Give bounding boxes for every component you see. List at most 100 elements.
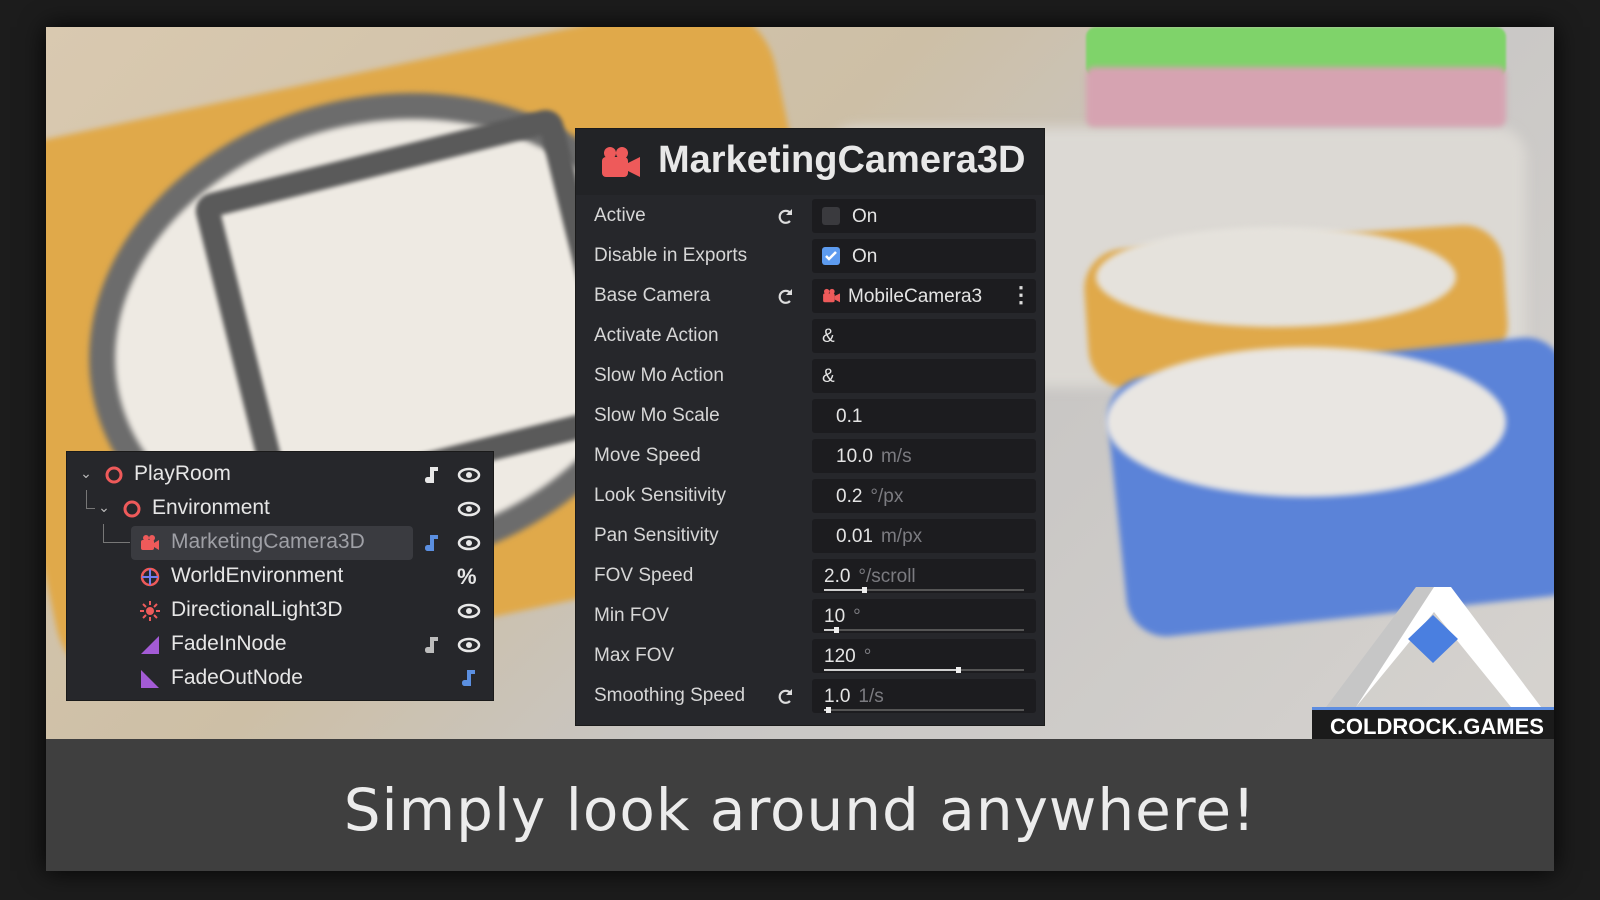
property-label: Activate Action — [594, 325, 719, 346]
tree-item-worldenvironment[interactable]: WorldEnvironment % — [67, 560, 493, 594]
inspector-header: MarketingCamera3D — [576, 129, 1044, 195]
slider-grabber[interactable] — [826, 707, 831, 713]
property-row-activate-action: Activate Action & — [576, 317, 1044, 355]
property-row-slow-mo-action: Slow Mo Action & — [576, 357, 1044, 395]
slider-grabber[interactable] — [862, 587, 867, 593]
scene-viewport: ⌄ PlayRoom ⌄ Environment MarketingCamera… — [46, 27, 1554, 739]
mountain-logo-icon — [1326, 587, 1541, 707]
property-label: Slow Mo Scale — [594, 405, 720, 426]
scene-tree-panel: ⌄ PlayRoom ⌄ Environment MarketingCamera… — [66, 451, 494, 701]
slider-unit: 1/s — [858, 686, 884, 707]
input-slow-mo-action[interactable]: & — [812, 359, 1036, 393]
scene-pink-block — [1086, 67, 1506, 127]
tree-item-label: Environment — [152, 496, 270, 519]
slider-value: 1.0 — [824, 686, 851, 707]
coldrock-logo: COLDROCK.GAMES — [1286, 567, 1554, 739]
script-icon[interactable] — [421, 464, 443, 486]
node-ring-icon — [123, 500, 141, 518]
caption-text: Simply look around anywhere! — [46, 739, 1554, 871]
slider-grabber[interactable] — [956, 667, 961, 673]
eye-icon[interactable] — [457, 633, 481, 657]
tree-item-label: PlayRoom — [134, 462, 231, 485]
slider-min-fov[interactable]: 10 ° — [812, 599, 1036, 633]
slider-track[interactable] — [824, 667, 1024, 673]
eye-icon[interactable] — [457, 463, 481, 487]
revert-icon[interactable] — [774, 206, 796, 228]
slider-grabber[interactable] — [834, 627, 839, 633]
tree-item-label: FadeInNode — [171, 632, 287, 655]
property-label: Min FOV — [594, 605, 669, 626]
tree-item-playroom[interactable]: ⌄ PlayRoom — [67, 458, 493, 492]
spinbox-slow-mo-scale[interactable]: 0.1 — [812, 399, 1036, 433]
slider-fov-speed[interactable]: 2.0 °/scroll — [812, 559, 1036, 593]
checkbox-disable-in-exports[interactable]: On — [812, 239, 1036, 273]
scene-white-disc-3 — [1096, 227, 1456, 327]
tree-item-directionallight3d[interactable]: DirectionalLight3D — [67, 594, 493, 628]
property-label: Pan Sensitivity — [594, 525, 719, 546]
spinbox-value: 0.2 — [836, 486, 863, 507]
input-activate-action[interactable]: & — [812, 319, 1036, 353]
slider-track[interactable] — [824, 707, 1024, 713]
tree-item-marketingcamera3d[interactable]: MarketingCamera3D — [67, 526, 493, 560]
eye-icon[interactable] — [457, 497, 481, 521]
kebab-menu-icon[interactable]: ⋮ — [1010, 282, 1032, 308]
script-icon[interactable] — [457, 667, 481, 691]
script-icon[interactable] — [421, 634, 443, 656]
slider-track[interactable] — [824, 587, 1024, 593]
chevron-down-icon[interactable]: ⌄ — [95, 498, 113, 516]
spinbox-value: 0.01 — [836, 526, 873, 547]
globe-icon — [140, 567, 160, 587]
checkbox-label: On — [852, 246, 878, 267]
property-label: Max FOV — [594, 645, 675, 666]
property-row-look-sensitivity: Look Sensitivity 0.2 °/px — [576, 477, 1044, 515]
triangle-icon — [141, 670, 159, 688]
spinbox-value: 10.0 — [836, 446, 873, 467]
spinbox-value: 0.1 — [836, 406, 863, 427]
logo-wordmark: COLDROCK.GAMES — [1312, 707, 1554, 739]
slider-smoothing-speed[interactable]: 1.0 1/s — [812, 679, 1036, 713]
camera-icon — [602, 147, 640, 177]
checkbox-box[interactable] — [822, 247, 840, 265]
node-picker-value: MobileCamera3 — [848, 286, 983, 307]
eye-icon[interactable] — [457, 599, 481, 623]
property-row-max-fov: Max FOV 120 ° — [576, 637, 1044, 675]
property-label: FOV Speed — [594, 565, 694, 586]
property-label: Look Sensitivity — [594, 485, 727, 506]
node-picker-base-camera[interactable]: MobileCamera3 ⋮ — [812, 279, 1036, 313]
tree-item-fadeoutnode[interactable]: FadeOutNode — [67, 662, 493, 696]
property-row-min-fov: Min FOV 10 ° — [576, 597, 1044, 635]
revert-icon[interactable] — [774, 286, 796, 308]
property-label: Active — [594, 205, 646, 226]
spinbox-pan-sensitivity[interactable]: 0.01 m/px — [812, 519, 1036, 553]
checkbox-active[interactable]: On — [812, 199, 1036, 233]
inspector-title: MarketingCamera3D — [658, 139, 1026, 181]
sun-icon — [140, 601, 160, 621]
property-label: Slow Mo Action — [594, 365, 724, 386]
checkbox-box[interactable] — [822, 207, 840, 225]
slider-max-fov[interactable]: 120 ° — [812, 639, 1036, 673]
tree-item-label: FadeOutNode — [171, 666, 303, 689]
property-label: Disable in Exports — [594, 245, 748, 266]
property-row-fov-speed: FOV Speed 2.0 °/scroll — [576, 557, 1044, 595]
checkmark-icon — [825, 251, 837, 261]
video-frame: ⌄ PlayRoom ⌄ Environment MarketingCamera… — [46, 27, 1554, 871]
unique-name-icon[interactable]: % — [457, 564, 477, 590]
tree-item-fadeinnode[interactable]: FadeInNode — [67, 628, 493, 662]
slider-track[interactable] — [824, 627, 1024, 633]
camera-icon — [141, 535, 159, 550]
chevron-down-icon[interactable]: ⌄ — [77, 464, 95, 482]
input-value: & — [822, 326, 835, 347]
spinbox-look-sensitivity[interactable]: 0.2 °/px — [812, 479, 1036, 513]
inspector-panel: MarketingCamera3D Active On Disable in E… — [575, 128, 1045, 726]
spinbox-unit: m/px — [880, 526, 923, 547]
property-row-active: Active On — [576, 197, 1044, 235]
script-icon[interactable] — [421, 532, 443, 554]
eye-icon[interactable] — [457, 531, 481, 555]
property-label: Smoothing Speed — [594, 685, 746, 706]
tree-item-environment[interactable]: ⌄ Environment — [67, 492, 493, 526]
revert-icon[interactable] — [774, 686, 796, 708]
spinbox-move-speed[interactable]: 10.0 m/s — [812, 439, 1036, 473]
tree-item-label: DirectionalLight3D — [171, 598, 343, 621]
property-row-smoothing-speed: Smoothing Speed 1.0 1/s — [576, 677, 1044, 715]
slider-unit: ° — [863, 646, 872, 667]
